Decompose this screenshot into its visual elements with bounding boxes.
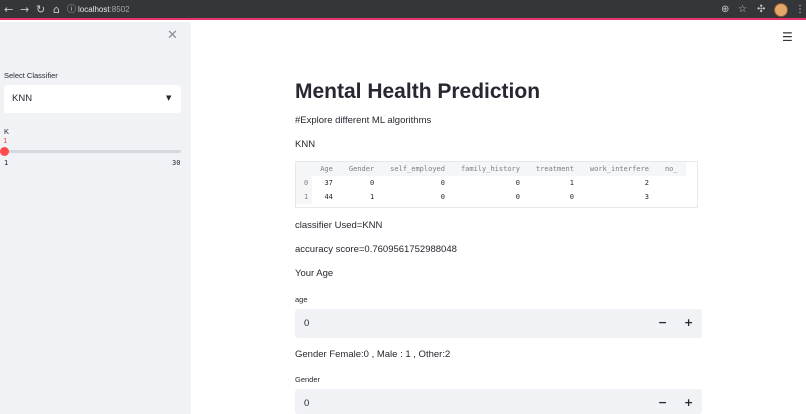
- table-row: 1 44 1 0 0 0 3: [296, 190, 686, 204]
- table-cell: [657, 176, 686, 190]
- forward-icon[interactable]: →: [20, 3, 29, 17]
- classifier-used-text: classifier Used=KNN: [295, 220, 383, 231]
- address-bar[interactable]: localhost:8502: [78, 3, 130, 17]
- table-header-cell: [296, 162, 313, 176]
- back-icon[interactable]: ←: [4, 3, 13, 17]
- table-cell: [657, 190, 686, 204]
- your-age-text: Your Age: [295, 268, 334, 279]
- home-icon[interactable]: ⌂: [53, 3, 60, 17]
- table-cell: 3: [644, 193, 649, 201]
- age-increment-button[interactable]: +: [684, 316, 693, 330]
- age-input-label: age: [295, 295, 308, 304]
- hamburger-menu-icon[interactable]: ☰: [782, 30, 793, 44]
- gender-increment-button[interactable]: +: [684, 396, 693, 410]
- age-decrement-button[interactable]: −: [658, 316, 667, 330]
- site-info-icon[interactable]: ⓘ: [67, 3, 76, 17]
- chevron-down-icon: ▼: [166, 94, 172, 102]
- table-cell: 0: [440, 179, 445, 187]
- profile-avatar[interactable]: [774, 3, 788, 17]
- table-cell: 2: [644, 179, 649, 187]
- gender-hint-text: Gender Female:0 , Male : 1 , Other:2: [295, 349, 451, 360]
- table-header-row: Age Gender self_employed family_history …: [296, 162, 686, 176]
- table-cell: 44: [324, 193, 333, 201]
- table-row: 0 37 0 0 0 1 2: [296, 176, 686, 190]
- table-cell: 1: [369, 193, 375, 201]
- table-cell: 0: [296, 176, 313, 190]
- url-host: localhost: [78, 5, 110, 14]
- age-input-value[interactable]: 0: [304, 318, 309, 329]
- table-cell: 0: [369, 179, 375, 187]
- browser-menu-icon[interactable]: ⋮: [795, 3, 805, 17]
- close-icon[interactable]: ✕: [167, 28, 178, 44]
- browser-toolbar: ← → ↻ ⌂ ⓘ localhost:8502 ⊕ ☆ ✣ ⋮: [0, 0, 806, 20]
- table-cell: 37: [324, 179, 333, 187]
- zoom-icon[interactable]: ⊕: [721, 3, 729, 17]
- age-number-input[interactable]: 0 − +: [295, 309, 702, 338]
- reload-icon[interactable]: ↻: [36, 3, 45, 17]
- table-cell: 0: [440, 193, 445, 201]
- k-slider-track[interactable]: [4, 150, 181, 153]
- gender-number-input[interactable]: 0 − +: [295, 389, 702, 414]
- classifier-name-text: KNN: [295, 139, 316, 150]
- k-slider-thumb[interactable]: [0, 147, 9, 156]
- sidebar: ✕ Select Classifier KNN ▼ K 1 1 30: [0, 22, 191, 414]
- table-cell: 0: [569, 193, 574, 201]
- k-slider-current-value: 1: [3, 137, 8, 145]
- extensions-icon[interactable]: ✣: [757, 3, 765, 17]
- table-cell: 1: [569, 179, 574, 187]
- subtitle-text: #Explore different ML algorithms: [295, 115, 432, 126]
- gender-decrement-button[interactable]: −: [658, 396, 667, 410]
- k-slider-label: K: [4, 127, 10, 136]
- k-slider-min: 1: [4, 159, 9, 167]
- gender-input-label: Gender: [295, 375, 321, 384]
- table-header-cell[interactable]: family_history: [452, 162, 528, 176]
- url-port: :8502: [109, 5, 130, 14]
- table-header-cell[interactable]: Gender: [340, 162, 383, 176]
- k-slider-max: 30: [172, 159, 181, 167]
- accuracy-text: accuracy score=0.7609561752988048: [295, 244, 457, 255]
- data-table[interactable]: Age Gender self_employed family_history …: [295, 161, 698, 208]
- classifier-select-value: KNN: [12, 93, 33, 104]
- table-header-cell[interactable]: treatment: [527, 162, 582, 176]
- page-title: Mental Health Prediction: [295, 80, 541, 103]
- table-header-cell[interactable]: self_employed: [382, 162, 453, 176]
- classifier-select[interactable]: KNN ▼: [4, 85, 181, 113]
- table-cell: 0: [515, 179, 520, 187]
- table-header-cell[interactable]: no_: [656, 162, 686, 176]
- table-header-cell[interactable]: Age: [312, 162, 341, 176]
- classifier-select-label: Select Classifier: [4, 71, 58, 80]
- gender-input-value[interactable]: 0: [304, 398, 309, 409]
- table-cell: 1: [296, 190, 313, 204]
- table-header-cell[interactable]: work_interfere: [581, 162, 657, 176]
- table-cell: 0: [515, 193, 520, 201]
- bookmark-star-icon[interactable]: ☆: [738, 3, 747, 17]
